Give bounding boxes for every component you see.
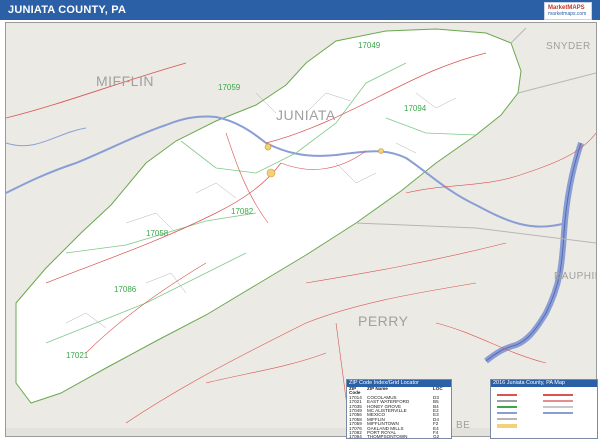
legend-local-road-swatch <box>497 400 517 402</box>
county-label-perry: PERRY <box>358 313 409 329</box>
legend-water-swatch <box>497 412 517 414</box>
legend-title: 2016 Juniata County, PA Map <box>491 380 597 387</box>
zip-label: 17082 <box>231 207 254 216</box>
map-frame: JUNIATA COUNTY, PA MarketMAPS marketmaps… <box>0 0 600 440</box>
county-label-partial: BE <box>456 420 471 431</box>
zip-label: 17086 <box>114 285 137 294</box>
legend-boundary-swatch <box>497 418 517 420</box>
logo-subtext: marketmaps.com <box>548 11 587 17</box>
legend-town-swatch <box>497 424 517 428</box>
zip-label: 17021 <box>66 351 89 360</box>
legend-road-swatch <box>497 394 517 396</box>
zip-label: 17094 <box>404 104 427 113</box>
zip-label: 17058 <box>146 229 169 238</box>
county-label-snyder: SNYDER <box>546 41 591 52</box>
zip-label: 17049 <box>358 41 381 50</box>
legend-zip-swatch <box>497 406 517 408</box>
map-legend: 2016 Juniata County, PA Map <box>490 379 598 439</box>
county-label-dauphin: DAUPHIN <box>554 271 596 282</box>
map-title: JUNIATA COUNTY, PA <box>8 4 127 16</box>
map-canvas[interactable]: MIFFLIN JUNIATA SNYDER PERRY DAUPHIN BE … <box>5 22 597 437</box>
publisher-logo[interactable]: MarketMAPS marketmaps.com <box>544 2 592 20</box>
legend-route-swatch <box>543 400 573 402</box>
town-port-royal-marker <box>266 168 276 178</box>
town-mifflintown-marker <box>264 143 272 151</box>
zip-index-row: 17094 THOMPSONTOWN G2 <box>349 434 440 440</box>
town-thompsontown-marker <box>378 148 384 154</box>
zip-label: 17059 <box>218 83 241 92</box>
legend-river-swatch <box>543 412 573 414</box>
zip-code-index: ZIP Code Index/Grid Locator ZIP Code ZIP… <box>346 379 452 439</box>
county-label-mifflin: MIFFLIN <box>96 73 154 89</box>
county-label-juniata: JUNIATA <box>276 107 336 123</box>
title-bar: JUNIATA COUNTY, PA MarketMAPS marketmaps… <box>0 0 600 20</box>
legend-highway-swatch <box>543 394 573 396</box>
legend-street-swatch <box>543 406 573 408</box>
map-graphics <box>6 23 596 436</box>
